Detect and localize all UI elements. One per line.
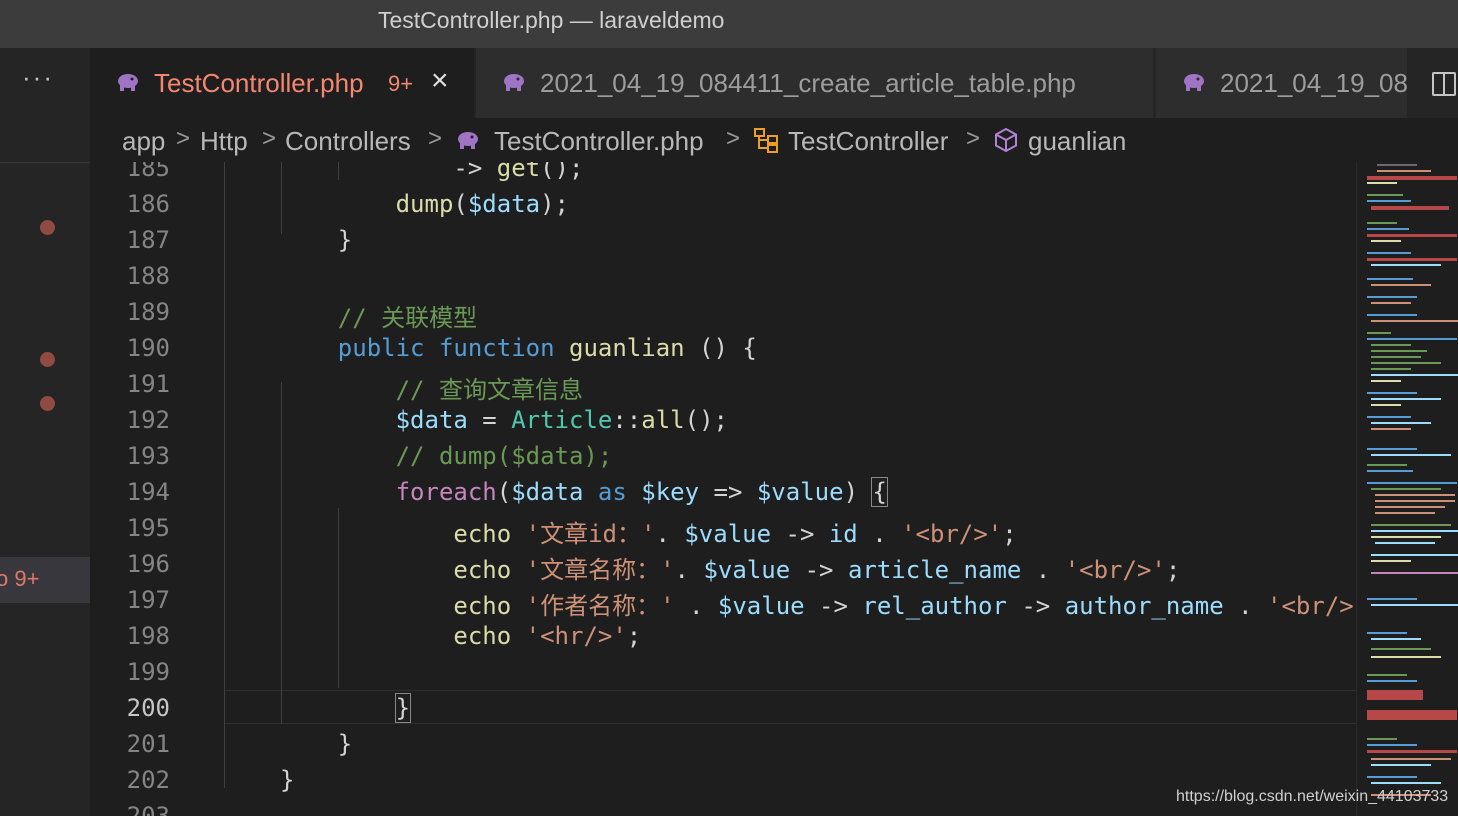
code-line: } [394, 693, 412, 723]
tab-label: TestController.php [154, 68, 364, 98]
code-line: $data = Article::all(); [395, 406, 728, 434]
code-line: echo '文章id：'. $value -> id . '<br/>'; [453, 520, 1017, 548]
breakpoint-dot-icon [40, 352, 55, 367]
line-number: 185 [126, 162, 170, 182]
line-number: 199 [126, 658, 170, 686]
breadcrumb-item-file[interactable]: TestController.php [494, 126, 704, 157]
method-symbol-icon [995, 127, 1017, 153]
code-line: dump($data); [395, 190, 569, 218]
tab-problem-badge: 9+ [388, 71, 414, 96]
line-number: 194 [126, 478, 170, 506]
code-line: } [280, 226, 353, 254]
chevron-right-icon: > [262, 125, 277, 152]
tab-bar: TestController.php 9+ × 2021_04_19_08441… [90, 48, 1458, 118]
tab-label: 2021_04_19_084411_create_article_table.p… [540, 68, 1076, 98]
line-number: 195 [126, 514, 170, 542]
code-line: } [280, 766, 295, 794]
side-panel: ··· o 9+ [0, 48, 90, 816]
line-number: 190 [126, 334, 170, 362]
chevron-right-icon: > [428, 125, 443, 152]
title-bar: TestController.php — laraveldemo [0, 0, 1458, 48]
class-symbol-icon [754, 128, 778, 153]
tab-create-article-table[interactable]: 2021_04_19_084411_create_article_table.p… [476, 48, 1154, 118]
line-number: 202 [126, 766, 170, 794]
tab-label: 2021_04_19_084411_create_author_table.ph… [1220, 68, 1408, 98]
code-line: public function guanlian () { [337, 334, 757, 362]
breakpoint-dot-icon [40, 220, 55, 235]
minimap[interactable] [1356, 162, 1458, 816]
line-number: 186 [126, 190, 170, 218]
php-elephant-icon [458, 132, 478, 149]
chevron-right-icon: > [176, 125, 191, 152]
code-line: // dump($data); [280, 442, 613, 470]
code-editor[interactable]: 185 186 187 188 189 190 191 192 193 194 … [90, 162, 1356, 816]
code-line: echo '文章名称：'. $value -> article_name . '… [453, 556, 1181, 584]
line-number: 196 [126, 550, 170, 578]
close-tab-icon[interactable]: × [431, 64, 449, 98]
problem-count: o 9+ [0, 566, 40, 591]
indent-guide [224, 162, 225, 788]
code-line: // 关联模型 [280, 304, 478, 332]
line-number: 188 [126, 262, 170, 290]
breadcrumb-item-http[interactable]: Http [200, 126, 248, 157]
code-line: } [280, 730, 353, 758]
chevron-right-icon: > [726, 125, 741, 152]
breadcrumb-item-method[interactable]: guanlian [1028, 126, 1126, 157]
breadcrumb-item-class[interactable]: TestController [788, 126, 948, 157]
breadcrumb-item-app[interactable]: app [122, 126, 165, 157]
line-number: 193 [126, 442, 170, 470]
code-line: foreach($data as $key => $value) { [395, 477, 888, 507]
php-elephant-icon [118, 74, 138, 91]
watermark-url: https://blog.csdn.net/weixin_44103733 [1176, 788, 1449, 805]
split-editor-icon[interactable] [1432, 72, 1456, 96]
window-title: TestController.php — laraveldemo [378, 7, 725, 33]
code-line: echo '作者名称：' . $value -> rel_author -> a… [453, 592, 1356, 620]
line-number: 197 [126, 586, 170, 614]
chevron-right-icon: > [966, 125, 981, 152]
line-number: 189 [126, 298, 170, 326]
line-number: 198 [126, 622, 170, 650]
code-line: echo '<hr/>'; [453, 622, 642, 650]
line-number: 203 [126, 802, 170, 816]
php-elephant-icon [1184, 74, 1204, 91]
breakpoint-dot-icon [40, 396, 55, 411]
php-elephant-icon [504, 74, 524, 91]
tab-testcontroller[interactable]: TestController.php 9+ × [90, 48, 475, 118]
line-number: 187 [126, 226, 170, 254]
breadcrumb-item-controllers[interactable]: Controllers [285, 126, 411, 157]
more-actions-icon[interactable]: ··· [0, 62, 76, 93]
problem-file-row[interactable]: o 9+ [0, 557, 90, 603]
code-line: -> get(); [280, 162, 584, 182]
line-number: 192 [126, 406, 170, 434]
side-divider [0, 162, 90, 163]
line-number-current: 200 [126, 694, 170, 722]
breadcrumb: app > Http > Controllers > TestControlle… [90, 118, 1458, 162]
tab-create-author-table[interactable]: 2021_04_19_084411_create_author_table.ph… [1156, 48, 1408, 118]
line-number: 191 [126, 370, 170, 398]
line-number: 201 [126, 730, 170, 758]
code-line: // 查询文章信息 [280, 376, 583, 404]
